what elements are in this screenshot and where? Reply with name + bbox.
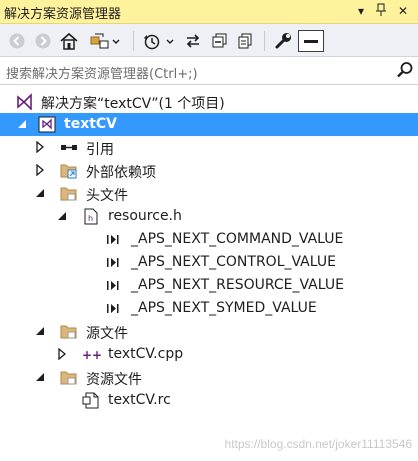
search-icon[interactable]: [396, 61, 414, 83]
tree-item-macro[interactable]: _APS_NEXT_COMMAND_VALUE: [0, 228, 418, 251]
tree-item-macro[interactable]: _APS_NEXT_CONTROL_VALUE: [0, 251, 418, 274]
macro-icon: [104, 254, 122, 271]
collapsed-arrow-icon[interactable]: [34, 140, 46, 154]
rc-file-icon: [82, 392, 100, 409]
close-icon[interactable]: ✕: [394, 3, 412, 19]
svg-text:++: ++: [82, 348, 102, 362]
tree-item-macro[interactable]: _APS_NEXT_SYMED_VALUE: [0, 297, 418, 320]
window-title: 解决方案资源管理器: [4, 7, 122, 22]
show-all-files-icon[interactable]: [234, 30, 256, 52]
references-icon: [60, 139, 78, 156]
preview-icon[interactable]: [298, 30, 324, 52]
properties-icon[interactable]: [272, 30, 294, 52]
cpp-file-icon: ++: [82, 346, 102, 363]
tree-item-project[interactable]: textCV: [0, 113, 418, 136]
sync-icon[interactable]: [88, 30, 122, 52]
tree-item-cpp-file[interactable]: ++ textCV.cpp: [0, 343, 418, 366]
tree-item-header-files[interactable]: 头文件: [0, 182, 418, 205]
collapsed-arrow-icon[interactable]: [34, 163, 46, 177]
svg-text:h: h: [88, 214, 93, 223]
project-label: textCV: [64, 116, 118, 132]
macro-label: _APS_NEXT_SYMED_VALUE: [131, 300, 317, 316]
expanded-arrow-icon[interactable]: [34, 187, 46, 199]
forward-icon[interactable]: [32, 30, 54, 52]
references-label: 引用: [86, 142, 114, 158]
dropdown-arrow-icon[interactable]: ▾: [352, 3, 370, 19]
toolbar-separator: [264, 31, 265, 51]
expanded-arrow-icon[interactable]: [16, 118, 28, 130]
external-deps-folder-icon: [60, 162, 78, 179]
toolbar-separator: [133, 31, 134, 51]
collapse-all-icon[interactable]: [208, 30, 230, 52]
macro-icon: [104, 231, 122, 248]
search-input[interactable]: 搜索解决方案资源管理器(Ctrl+;): [6, 63, 198, 82]
source-files-label: 源文件: [86, 326, 128, 342]
rc-file-label: textCV.rc: [108, 392, 171, 408]
tree-item-solution[interactable]: 解决方案“textCV”(1 个项目): [0, 90, 418, 113]
back-icon[interactable]: [6, 30, 28, 52]
watermark: https://blog.csdn.net/joker11113546: [224, 437, 412, 451]
collapsed-arrow-icon[interactable]: [56, 347, 68, 361]
pin-icon[interactable]: [372, 3, 390, 19]
header-files-label: 头文件: [86, 188, 128, 204]
tree-item-resource-files[interactable]: 资源文件: [0, 366, 418, 389]
expanded-arrow-icon[interactable]: [34, 325, 46, 337]
expanded-arrow-icon[interactable]: [56, 210, 68, 222]
tree-item-macro[interactable]: _APS_NEXT_RESOURCE_VALUE: [0, 274, 418, 297]
tree-item-resource-h[interactable]: h resource.h: [0, 205, 418, 228]
external-deps-label: 外部依赖项: [86, 165, 156, 181]
cpp-file-label: textCV.cpp: [108, 346, 184, 362]
expanded-arrow-icon[interactable]: [34, 371, 46, 383]
search-bar[interactable]: 搜索解决方案资源管理器(Ctrl+;): [0, 57, 418, 85]
resource-h-label: resource.h: [108, 208, 182, 224]
filter-folder-icon: [60, 185, 78, 202]
resource-files-label: 资源文件: [86, 372, 142, 388]
solution-label: 解决方案“textCV”(1 个项目): [41, 96, 225, 112]
macro-icon: [104, 300, 122, 317]
tree-item-source-files[interactable]: 源文件: [0, 320, 418, 343]
tree-item-external-deps[interactable]: 外部依赖项: [0, 159, 418, 182]
solution-icon: [16, 93, 34, 111]
history-icon[interactable]: [140, 30, 176, 52]
title-bar: 解决方案资源管理器 ▾ ✕: [0, 0, 418, 24]
macro-icon: [104, 277, 122, 294]
toolbar: [0, 24, 418, 57]
macro-label: _APS_NEXT_RESOURCE_VALUE: [131, 277, 344, 293]
tree-item-rc-file[interactable]: textCV.rc: [0, 389, 418, 412]
home-icon[interactable]: [58, 30, 80, 52]
filter-folder-icon: [60, 323, 78, 340]
filter-folder-icon: [60, 369, 78, 386]
header-file-icon: h: [82, 208, 100, 225]
switch-views-icon[interactable]: [182, 30, 204, 52]
macro-label: _APS_NEXT_CONTROL_VALUE: [131, 254, 336, 270]
macro-label: _APS_NEXT_COMMAND_VALUE: [131, 231, 344, 247]
tree-item-references[interactable]: 引用: [0, 136, 418, 159]
project-icon: [38, 116, 56, 133]
